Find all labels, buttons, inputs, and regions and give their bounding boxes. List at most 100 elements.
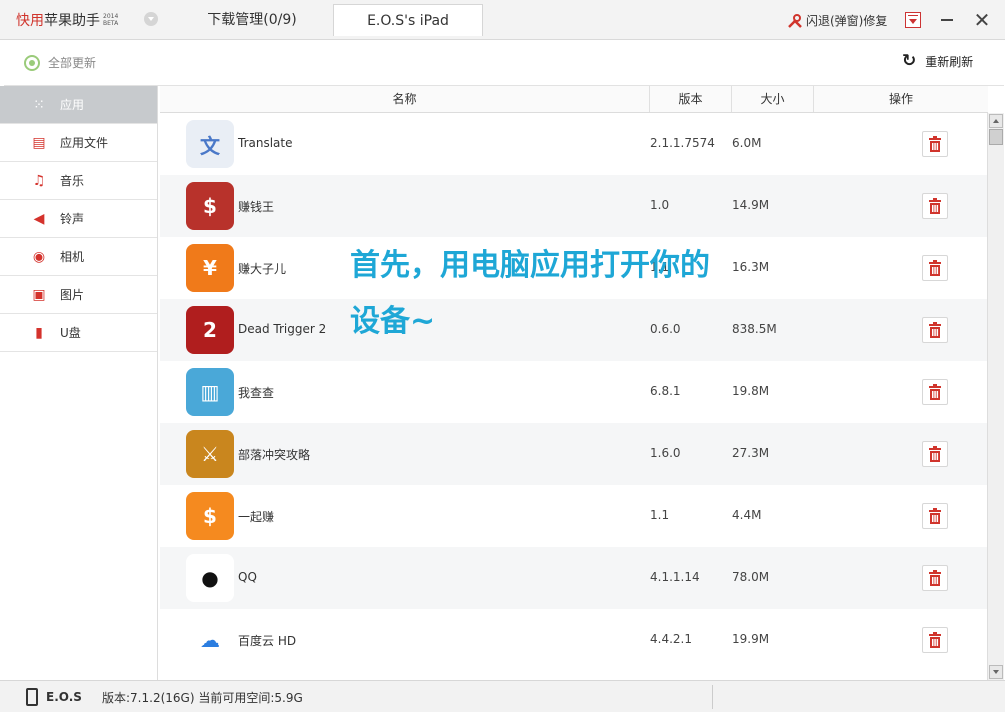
- brand-version: 2014 BETA: [103, 13, 118, 27]
- table-row[interactable]: $ 赚钱王 1.0 14.9M: [160, 175, 988, 237]
- column-header-size[interactable]: 大小: [732, 86, 814, 112]
- wrench-icon: [788, 13, 802, 28]
- device-name: E.O.S: [46, 690, 82, 704]
- tab-download-manager[interactable]: 下载管理(0/9): [196, 4, 308, 36]
- table-row[interactable]: ⚔ 部落冲突攻略 1.6.0 27.3M: [160, 423, 988, 485]
- table-row[interactable]: ▥ 我查查 6.8.1 19.8M: [160, 361, 988, 423]
- sidebar-item-app-files[interactable]: ▤ 应用文件: [0, 124, 157, 162]
- app-size: 19.8M: [732, 384, 770, 398]
- delete-app-button[interactable]: [922, 317, 948, 343]
- trash-icon: [929, 136, 941, 152]
- camera-icon: ◉: [32, 248, 46, 265]
- trash-icon: [929, 260, 941, 276]
- delete-app-button[interactable]: [922, 503, 948, 529]
- trash-icon: [929, 446, 941, 462]
- app-size: 19.9M: [732, 632, 770, 646]
- delete-app-button[interactable]: [922, 441, 948, 467]
- app-size: 6.0M: [732, 136, 762, 150]
- delete-app-button[interactable]: [922, 379, 948, 405]
- sidebar-item-music[interactable]: ♫ 音乐: [0, 162, 157, 200]
- yen-icon: ¥: [186, 244, 234, 292]
- column-header-version[interactable]: 版本: [650, 86, 732, 112]
- delete-app-button[interactable]: [922, 131, 948, 157]
- brand-dropdown-icon[interactable]: [144, 12, 158, 26]
- app-version: 6.8.1: [650, 384, 681, 398]
- usb-icon: ▮: [35, 324, 43, 341]
- coin-icon: $: [186, 182, 234, 230]
- sidebar: ⁙ 应用 ▤ 应用文件 ♫ 音乐 ◀ 铃声 ◉ 相机 ▣ 图片 ▮ U盘: [0, 86, 158, 680]
- app-name: 赚钱王: [238, 200, 275, 214]
- sidebar-item-apps[interactable]: ⁙ 应用: [0, 86, 157, 124]
- app-name: 部落冲突攻略: [238, 448, 311, 462]
- column-header-action: 操作: [888, 92, 913, 106]
- sidebar-item-label: 铃声: [60, 212, 85, 226]
- table-row[interactable]: ☁ 百度云 HD 4.4.2.1 19.9M: [160, 609, 988, 671]
- update-all-button[interactable]: 全部更新: [24, 54, 96, 71]
- app-name: 我查查: [238, 386, 275, 400]
- sidebar-item-label: 应用: [60, 98, 85, 112]
- scroll-thumb[interactable]: [989, 129, 1003, 145]
- document-icon: ▤: [32, 134, 46, 151]
- app-name: 赚大子儿: [238, 262, 287, 276]
- device-info: 版本:7.1.2(16G) 当前可用空间:5.9G: [102, 691, 303, 705]
- device-indicator: E.O.S: [26, 688, 82, 706]
- scroll-down-button[interactable]: [989, 665, 1003, 679]
- update-all-label: 全部更新: [48, 56, 97, 70]
- trash-icon: [929, 322, 941, 338]
- window-close-button[interactable]: ✕: [972, 10, 992, 30]
- table-row[interactable]: ● QQ 4.1.1.14 78.0M: [160, 547, 988, 609]
- column-header-name[interactable]: 名称: [160, 86, 650, 112]
- delete-app-button[interactable]: [922, 255, 948, 281]
- translate-icon: 文: [186, 120, 234, 168]
- overlay-line-2: 设备~: [350, 304, 436, 339]
- trash-icon: [929, 632, 941, 648]
- refresh-button[interactable]: ↻ 重新刷新: [902, 53, 973, 70]
- dead-trigger-icon: 2: [186, 306, 234, 354]
- delete-app-button[interactable]: [922, 565, 948, 591]
- cloud-icon: ☁: [186, 616, 234, 664]
- table-row[interactable]: 文 Translate 2.1.1.7574 6.0M: [160, 113, 988, 175]
- sidebar-item-label: 图片: [60, 288, 85, 302]
- clash-icon: ⚔: [186, 430, 234, 478]
- app-version: 1.6.0: [650, 446, 681, 460]
- money-bag-icon: $: [186, 492, 234, 540]
- window-minimize-button[interactable]: [941, 19, 953, 21]
- sidebar-item-camera[interactable]: ◉ 相机: [0, 238, 157, 276]
- app-version: 4.1.1.14: [650, 570, 700, 584]
- music-icon: ♫: [32, 172, 46, 189]
- app-size: 27.3M: [732, 446, 770, 460]
- app-size: 4.4M: [732, 508, 762, 522]
- refresh-icon: ↻: [902, 51, 917, 71]
- overlay-line-1: 首先，用电脑应用打开你的: [350, 248, 710, 283]
- sidebar-item-label: 应用文件: [60, 136, 109, 150]
- image-icon: ▣: [32, 286, 46, 303]
- app-logo: 快用 苹果助手 2014 BETA: [16, 10, 118, 30]
- table-row[interactable]: $ 一起赚 1.1 4.4M: [160, 485, 988, 547]
- sidebar-item-label: 音乐: [60, 174, 85, 188]
- window-menu-button[interactable]: [905, 12, 921, 28]
- penguin-icon: ●: [186, 554, 234, 602]
- brand-name: 苹果助手: [44, 13, 100, 29]
- tutorial-overlay-text: 首先，用电脑应用打开你的 设备~: [350, 238, 750, 350]
- trash-icon: [929, 508, 941, 524]
- crash-repair-button[interactable]: 闪退(弹窗)修复: [788, 12, 887, 29]
- tab-device[interactable]: E.O.S's iPad: [333, 4, 483, 36]
- delete-app-button[interactable]: [922, 627, 948, 653]
- app-name: Dead Trigger 2: [238, 322, 327, 336]
- delete-app-button[interactable]: [922, 193, 948, 219]
- app-size: 14.9M: [732, 198, 770, 212]
- scroll-up-button[interactable]: [989, 114, 1003, 128]
- sidebar-item-usb[interactable]: ▮ U盘: [0, 314, 157, 352]
- barcode-icon: ▥: [186, 368, 234, 416]
- title-bar: 快用 苹果助手 2014 BETA 下载管理(0/9) E.O.S's iPad…: [0, 0, 1005, 40]
- table-scrollbar[interactable]: [987, 113, 1004, 680]
- app-version: 1.1: [650, 508, 670, 522]
- app-name: 百度云 HD: [238, 634, 297, 648]
- toolbar: 全部更新 ↻ 重新刷新: [4, 40, 1004, 86]
- sidebar-item-label: 相机: [60, 250, 85, 264]
- sidebar-item-ringtones[interactable]: ◀ 铃声: [0, 200, 157, 238]
- app-name: 一起赚: [238, 510, 275, 524]
- speaker-icon: ◀: [33, 210, 45, 227]
- sidebar-item-photos[interactable]: ▣ 图片: [0, 276, 157, 314]
- phone-icon: [26, 688, 38, 706]
